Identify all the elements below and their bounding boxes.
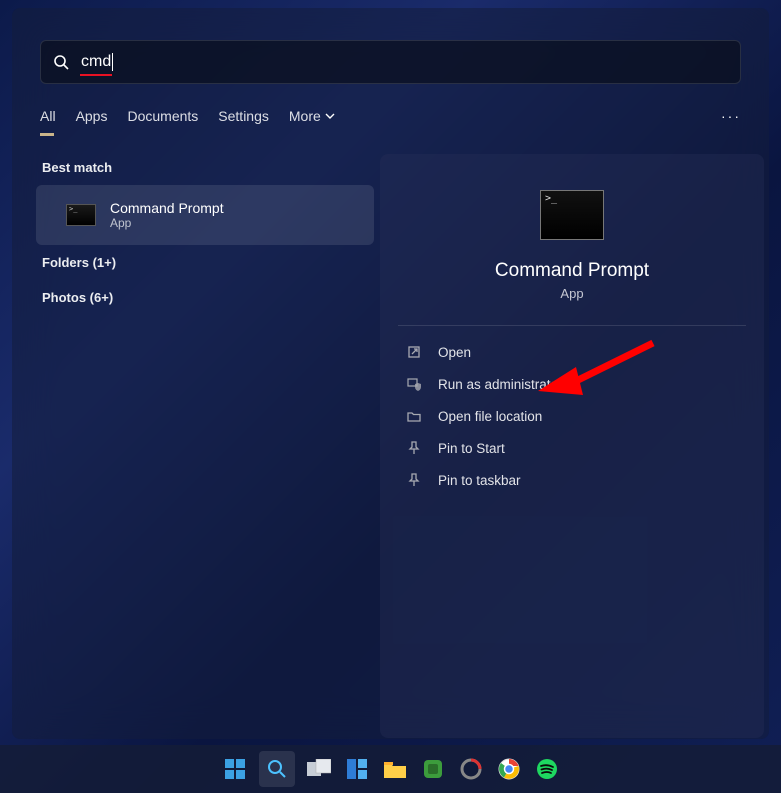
photos-category[interactable]: Photos (6+) [36, 280, 374, 315]
preview-subtitle: App [398, 286, 746, 301]
folder-icon [406, 408, 422, 424]
taskbar-app-circle[interactable] [457, 755, 485, 783]
command-prompt-icon-large [540, 190, 604, 240]
action-pin-taskbar-label: Pin to taskbar [438, 473, 521, 488]
taskbar-spotify[interactable] [533, 755, 561, 783]
taskbar-search-button[interactable] [259, 751, 295, 787]
action-pin-start-label: Pin to Start [438, 441, 505, 456]
search-input-text[interactable]: cmd [81, 53, 111, 71]
action-open-label: Open [438, 345, 471, 360]
tab-all[interactable]: All [40, 108, 56, 136]
tab-more[interactable]: More [289, 108, 335, 136]
taskbar-chrome[interactable] [495, 755, 523, 783]
start-search-panel: cmd All Apps Documents Settings More ···… [12, 8, 769, 739]
tab-settings[interactable]: Settings [218, 108, 269, 136]
action-run-admin-label: Run as administrator [438, 377, 563, 392]
result-subtitle: App [110, 216, 224, 230]
tab-documents[interactable]: Documents [127, 108, 198, 136]
action-open-location-label: Open file location [438, 409, 542, 424]
divider [398, 325, 746, 326]
best-match-heading: Best match [36, 156, 374, 179]
pin-icon [406, 440, 422, 456]
spellcheck-underline [80, 74, 112, 76]
folders-category[interactable]: Folders (1+) [36, 245, 374, 280]
chevron-down-icon [325, 111, 335, 121]
text-cursor [112, 53, 113, 71]
more-options-button[interactable]: ··· [721, 108, 741, 124]
action-pin-to-taskbar[interactable]: Pin to taskbar [398, 464, 746, 496]
best-match-result[interactable]: Command Prompt App [36, 185, 374, 245]
search-bar[interactable]: cmd [40, 40, 741, 84]
action-open-file-location[interactable]: Open file location [398, 400, 746, 432]
result-title: Command Prompt [110, 200, 224, 216]
action-open[interactable]: Open [398, 336, 746, 368]
taskbar-file-explorer[interactable] [381, 755, 409, 783]
command-prompt-icon [66, 204, 96, 226]
action-list: Open Run as administrator Open file loca… [398, 336, 746, 496]
search-icon [41, 54, 81, 70]
taskbar-taskview-button[interactable] [305, 755, 333, 783]
taskbar-widgets-button[interactable] [343, 755, 371, 783]
filter-tabs: All Apps Documents Settings More [40, 104, 741, 140]
action-pin-to-start[interactable]: Pin to Start [398, 432, 746, 464]
results-column: Best match Command Prompt App Folders (1… [36, 156, 374, 315]
open-icon [406, 344, 422, 360]
taskbar [0, 745, 781, 793]
tab-more-label: More [289, 108, 321, 124]
taskbar-start-button[interactable] [221, 755, 249, 783]
action-run-as-administrator[interactable]: Run as administrator [398, 368, 746, 400]
tab-apps[interactable]: Apps [76, 108, 108, 136]
pin-icon [406, 472, 422, 488]
preview-panel: Command Prompt App Open Run as administr… [380, 154, 764, 738]
preview-title: Command Prompt [398, 260, 746, 282]
admin-shield-icon [406, 376, 422, 392]
taskbar-app-green[interactable] [419, 755, 447, 783]
